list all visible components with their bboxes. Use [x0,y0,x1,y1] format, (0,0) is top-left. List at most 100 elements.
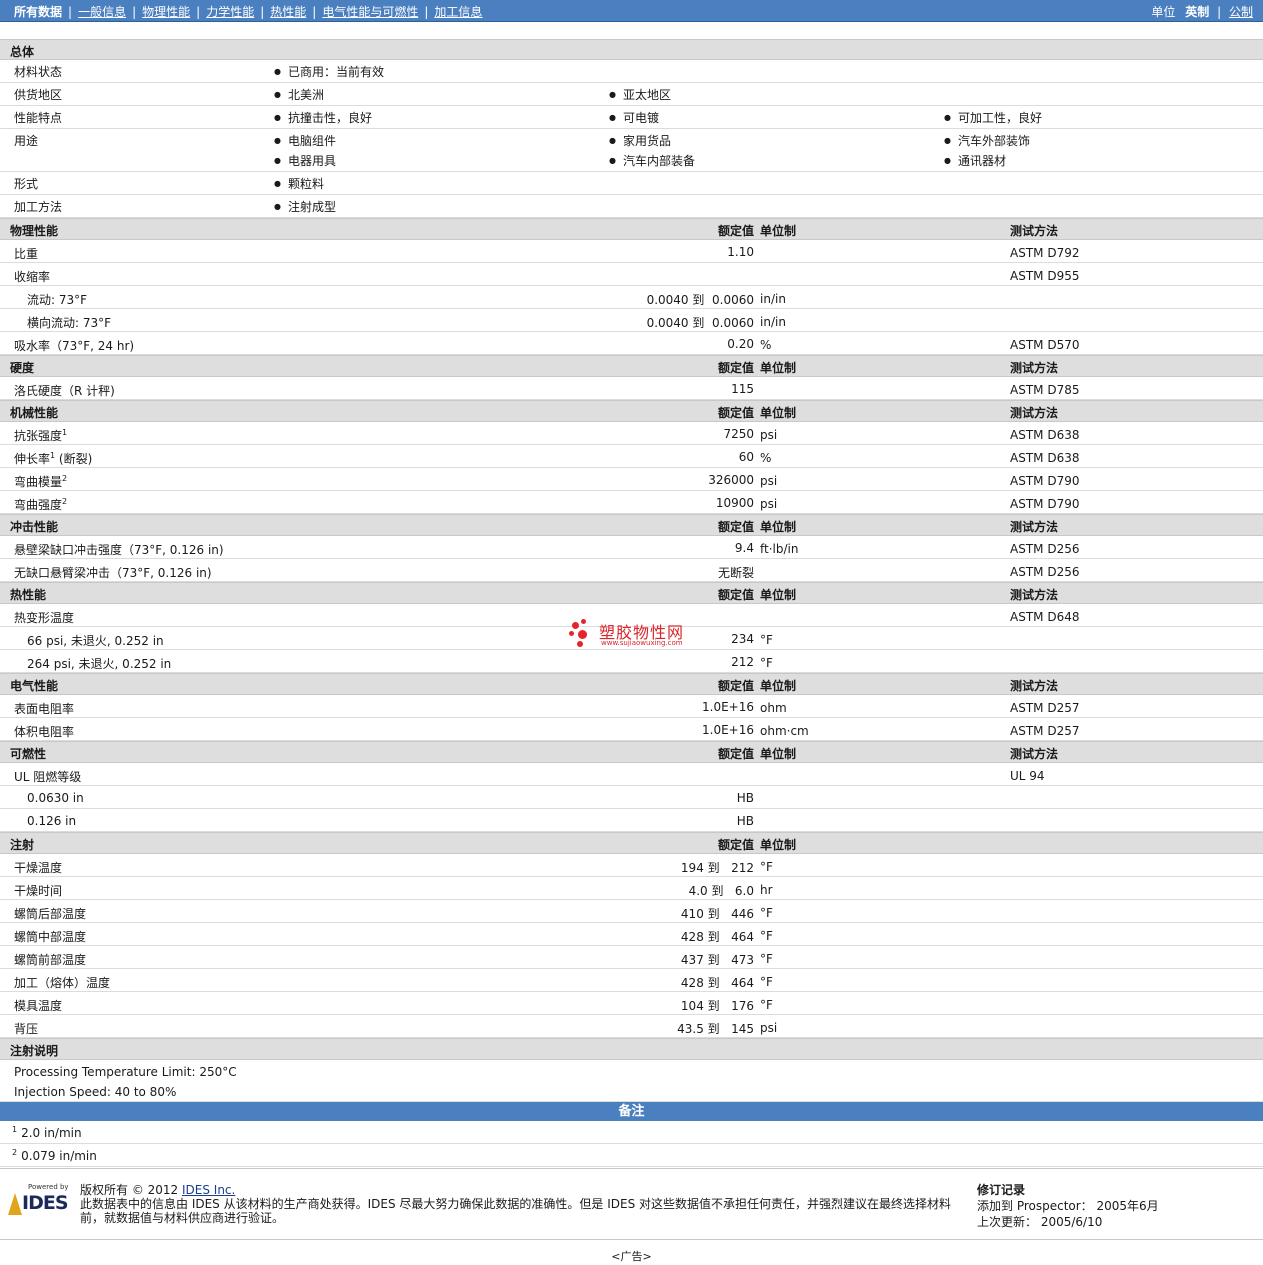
property-label: 弯曲强度2 [14,496,67,513]
property-row: 0.0630 in HB [0,786,1263,809]
property-label-text: 洛氏硬度（R 计秤) [14,384,115,398]
test-method: ASTM D257 [1010,701,1080,715]
property-value: HB [736,814,754,828]
property-row: 加工（熔体）温度 428 到 464 °F [0,969,1263,992]
property-label: 悬壁梁缺口冲击强度（73°F, 0.126 in) [14,541,224,558]
property-unit: in/in [760,292,786,306]
note-line: Processing Temperature Limit: 250°C [14,1065,237,1079]
copyright-text: 版权所有 © 2012 [80,1183,182,1197]
nav-link[interactable]: 加工信息 [434,5,482,19]
unit-imperial[interactable]: 英制 [1185,5,1209,19]
property-row: 收缩率 ASTM D955 [0,263,1263,286]
property-row: 干燥温度 194 到 212 °F [0,854,1263,877]
property-label-text: 0.0630 in [27,791,84,805]
property-value: 428 到 464 [680,930,754,944]
test-method: ASTM D257 [1010,724,1080,738]
footnote-row: 2 0.079 in/min [0,1144,1263,1167]
ad-placeholder: <广告> [611,1250,652,1263]
property-label-text: 264 psi, 未退火, 0.252 in [27,657,172,671]
property-label-text: 表面电阻率 [14,702,75,716]
general-row: 供货地区 北美洲 亚太地区 [0,83,1263,106]
property-row: 流动: 73°F 0.0040 到 0.0060 in/in [0,286,1263,309]
property-label-text: 收缩率 [14,270,51,284]
logo-wordmark: IDES [22,1192,69,1214]
property-label-text: 66 psi, 未退火, 0.252 in [27,634,164,648]
column-method: 测试方法 [1010,520,1059,534]
property-label: 干燥温度 [14,859,62,876]
property-label-text: 干燥温度 [14,861,63,875]
property-unit: % [760,451,772,465]
ides-logo[interactable]: Powered by IDES [8,1183,72,1219]
property-label: 横向流动: 73°F [27,314,111,331]
general-row: 用途 电脑组件 家用货品 汽车外部装饰电器用具 汽车内部装备 通讯器材 [0,129,1263,172]
column-method: 测试方法 [1010,747,1059,761]
property-label-text: 热变形温度 [14,611,75,625]
property-unit: °F [760,929,773,943]
column-nominal: 额定值 [717,588,754,602]
property-label: 0.126 in [27,814,76,828]
section-header: 注射 额定值 单位制 [0,832,1263,854]
bullet-item: 电器用具 [274,152,336,169]
nav-link[interactable]: 热性能 [270,5,306,19]
column-nominal: 额定值 [717,679,754,693]
property-row: 吸水率（73°F, 24 hr) 0.20% ASTM D570 [0,332,1263,355]
property-label-text: 流动: 73°F [27,293,88,307]
ides-link[interactable]: IDES Inc. [182,1183,235,1197]
property-label-text: 悬壁梁缺口冲击强度（73°F, 0.126 in) [14,543,224,557]
property-value: 115 [731,382,754,396]
unit-metric-link[interactable]: 公制 [1229,5,1253,19]
section-title: 机械性能 [10,406,59,420]
row-label: 加工方法 [14,200,63,214]
property-row: 抗张强度1 7250 psi ASTM D638 [0,422,1263,445]
section-title: 电气性能 [10,679,59,693]
property-unit: °F [760,656,773,670]
property-row: 比重 1.10 ASTM D792 [0,240,1263,263]
property-unit: °F [760,633,773,647]
property-label: 弯曲模量2 [14,473,67,490]
test-method: ASTM D256 [1010,565,1080,579]
test-method: ASTM D785 [1010,383,1080,397]
property-label-text: 比重 [14,247,39,261]
note-line: Injection Speed: 40 to 80% [14,1085,177,1099]
section-title: 总体 [10,45,35,59]
property-label: 吸水率（73°F, 24 hr) [14,337,134,354]
nav-separator: | [260,5,265,19]
property-label-text: 螺筒中部温度 [14,930,87,944]
property-row: 伸长率1 (断裂) 60% ASTM D638 [0,445,1263,468]
property-unit: °F [760,998,773,1012]
property-label-text: 背压 [14,1022,39,1036]
property-value: 1.0E+16 [702,723,754,737]
property-unit: °F [760,906,773,920]
property-value: 0.0040 到 0.0060 [646,293,754,307]
nav-link[interactable]: 物理性能 [142,5,190,19]
test-method: ASTM D570 [1010,338,1080,352]
column-method: 测试方法 [1010,361,1059,375]
property-row: 模具温度 104 到 176 °F [0,992,1263,1015]
property-label: 收缩率 [14,268,50,285]
column-nominal: 额定值 [717,747,754,761]
property-row: 横向流动: 73°F 0.0040 到 0.0060 in/in [0,309,1263,332]
property-label: 体积电阻率 [14,723,74,740]
property-label-text: 干燥时间 [14,884,63,898]
disclaimer-text: 此数据表中的信息由 IDES 从该材料的生产商处获得。IDES 尽最大努力确保此… [80,1197,952,1225]
footnote-number: 1 [12,1125,18,1134]
section-header: 机械性能 额定值 单位制 测试方法 [0,400,1263,422]
property-label: 螺筒中部温度 [14,928,86,945]
column-unit: 单位制 [760,838,797,852]
property-label-text: 螺筒前部温度 [14,953,87,967]
property-label-text: 螺筒后部温度 [14,907,87,921]
column-unit: 单位制 [760,747,797,761]
property-row: 264 psi, 未退火, 0.252 in 212 °F [0,650,1263,673]
test-method: ASTM D792 [1010,246,1080,260]
property-unit: % [760,338,772,352]
property-row: 悬壁梁缺口冲击强度（73°F, 0.126 in) 9.4 ft·lb/in ASTM… [0,536,1263,559]
property-label: 无缺口悬臂梁冲击（73°F, 0.126 in) [14,564,212,581]
section-header: 可燃性 额定值 单位制 测试方法 [0,741,1263,763]
nav-separator: | [312,5,317,19]
nav-link[interactable]: 力学性能 [206,5,254,19]
property-value: 无断裂 [717,566,754,580]
nav-link[interactable]: 电气性能与可燃性 [322,5,418,19]
revision-title: 修订记录 [977,1183,1026,1197]
nav-link[interactable]: 一般信息 [78,5,126,19]
property-label-text: 加工（熔体）温度 [14,976,111,990]
